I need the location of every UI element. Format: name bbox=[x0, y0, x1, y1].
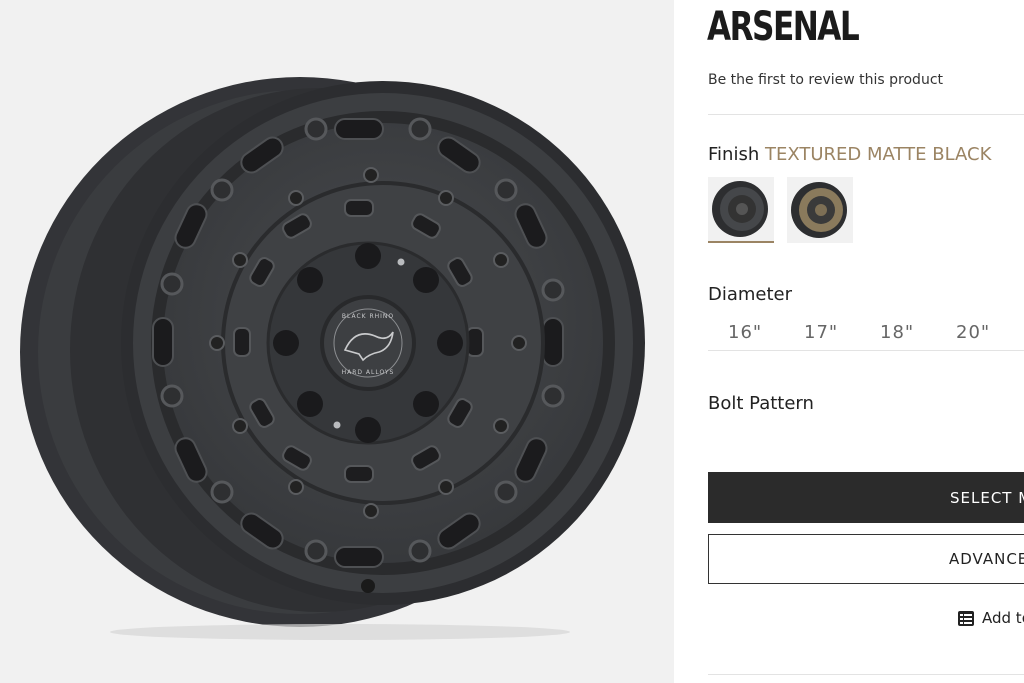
add-to-list-label: Add to bbox=[982, 609, 1024, 627]
diameter-option-16[interactable]: 16" bbox=[708, 322, 784, 343]
logo-text-top: BLACK RHINO bbox=[342, 313, 394, 320]
swatch-wheel-icon bbox=[712, 181, 768, 237]
diameter-label: Diameter bbox=[708, 284, 793, 305]
diameter-option-18[interactable]: 18" bbox=[860, 322, 936, 343]
finish-label: Finish TEXTURED MATTE BLACK bbox=[708, 144, 991, 165]
diameter-option-20[interactable]: 20" bbox=[936, 322, 1012, 343]
bolt-pattern-label: Bolt Pattern bbox=[708, 393, 814, 414]
divider bbox=[708, 114, 1024, 115]
swatch-wheel-icon bbox=[791, 182, 847, 238]
diameter-options: 16" 17" 18" 20" bbox=[708, 322, 1012, 343]
review-link[interactable]: Be the first to review this product bbox=[708, 72, 943, 88]
advanced-button[interactable]: ADVANCE bbox=[708, 534, 1024, 584]
divider bbox=[708, 674, 1024, 675]
divider bbox=[708, 350, 1024, 351]
product-image-gallery: BLACK RHINO HARD ALLOYS bbox=[0, 0, 674, 683]
swatch-matte-black[interactable] bbox=[708, 177, 774, 243]
diameter-option-17[interactable]: 17" bbox=[784, 322, 860, 343]
add-to-list-link[interactable]: Add to bbox=[958, 609, 1024, 627]
finish-selected-value: TEXTURED MATTE BLACK bbox=[764, 144, 992, 165]
select-button[interactable]: SELECT M bbox=[708, 472, 1024, 523]
list-icon bbox=[958, 610, 974, 626]
swatch-sand[interactable] bbox=[787, 177, 853, 243]
product-title: ARSENAL bbox=[707, 4, 860, 50]
logo-text-bottom: HARD ALLOYS bbox=[342, 369, 395, 376]
finish-label-text: Finish bbox=[708, 144, 760, 165]
wheel-image[interactable]: BLACK RHINO HARD ALLOYS bbox=[0, 0, 674, 683]
